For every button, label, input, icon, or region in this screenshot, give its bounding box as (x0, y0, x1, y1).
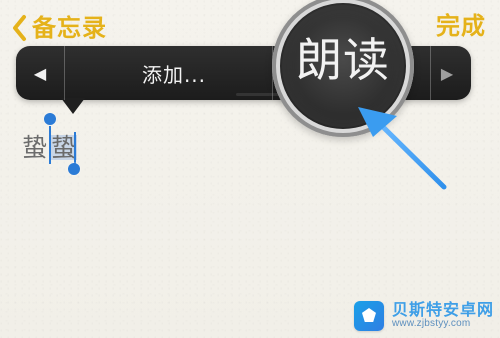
speak-menu-button[interactable]: 朗读 (272, 37, 414, 83)
selection-end-handle[interactable] (68, 163, 80, 175)
speak-menu-magnifier: 朗读 (272, 0, 414, 137)
menu-next-button[interactable]: ▶ (433, 60, 461, 86)
watermark-title: 贝斯特安卓网 (391, 300, 494, 320)
watermark-text: 贝斯特安卓网 www.zjbstyy.com (392, 302, 494, 329)
chevron-left-icon (10, 14, 28, 42)
back-button[interactable]: 备忘录 (10, 10, 107, 46)
triangle-left-icon: ◀ (33, 63, 47, 83)
menu-divider-1 (64, 46, 65, 100)
shield-logo-icon (353, 301, 384, 331)
selected-text: 蛰 (50, 132, 78, 162)
menu-pointer (61, 98, 85, 114)
selection-start-bar (49, 126, 51, 164)
menu-divider-3 (430, 46, 431, 100)
note-text-before: 蛰 (22, 132, 48, 162)
menu-previous-button[interactable]: ◀ (24, 60, 56, 86)
triangle-right-icon: ▶ (440, 63, 454, 83)
add-menu-button[interactable]: 添加... (114, 58, 234, 88)
watermark: 贝斯特安卓网 www.zjbstyy.com (353, 301, 494, 331)
done-button[interactable]: 完成 (436, 14, 486, 38)
back-label: 备忘录 (32, 14, 107, 42)
watermark-url: www.zjbstyy.com (391, 318, 471, 330)
selection-start-handle[interactable] (44, 113, 56, 125)
